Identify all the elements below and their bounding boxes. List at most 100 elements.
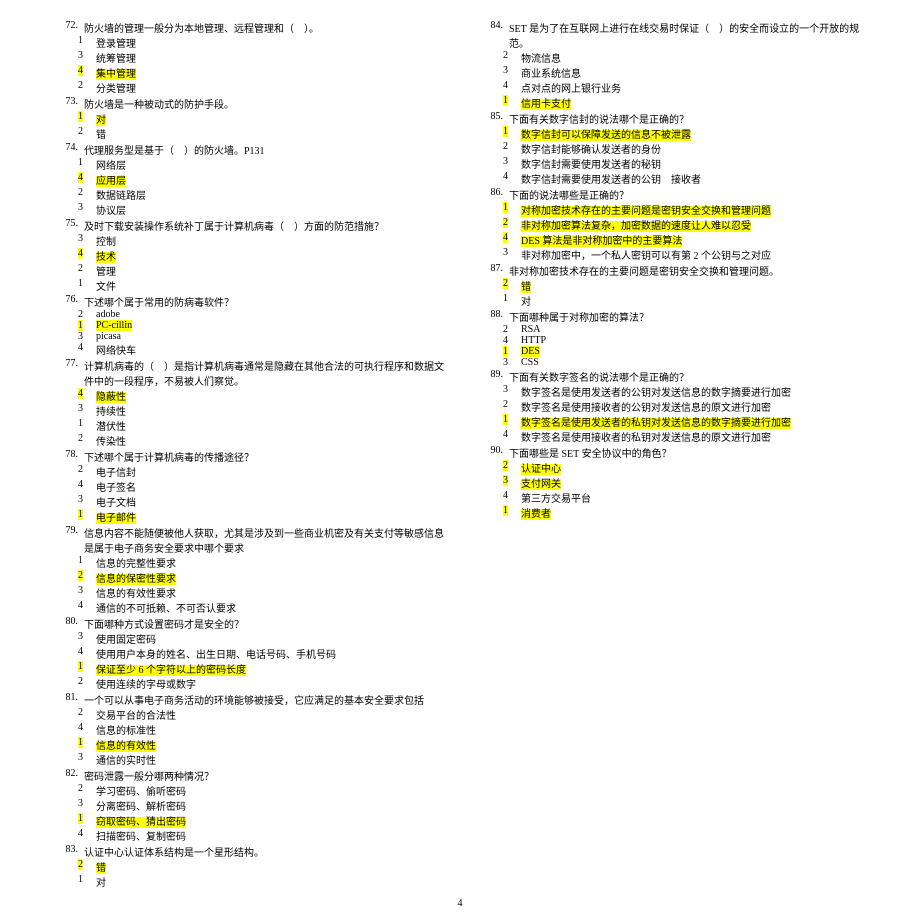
option-number: 3 [78, 331, 96, 342]
question-number: 77. [50, 358, 84, 388]
option-text: 电子签名 [96, 479, 445, 494]
option: 1文件 [50, 278, 445, 293]
option-text: 窃取密码、猜出密码 [96, 813, 445, 828]
option-number: 3 [78, 585, 96, 600]
option-text: 控制 [96, 233, 445, 248]
question-text: 下面哪些是 SET 安全协议中的角色？ [509, 445, 870, 460]
option-number: 1 [503, 95, 521, 110]
option-number: 2 [78, 187, 96, 202]
option-text: 电子信封 [96, 464, 445, 479]
question-text: 及时下载安装操作系统补丁属于计算机病毒（ ）方面的防范措施？ [84, 218, 445, 233]
option: 2数字签名是使用接收者的公钥对发送信息的原文进行加密 [475, 399, 870, 414]
option-text: 信息的完整性要求 [96, 555, 445, 570]
left-column: 72.防火墙的管理一般分为本地管理、远程管理和（ ）。1登录管理3统筹管理4集中… [50, 20, 445, 890]
option: 3商业系统信息 [475, 65, 870, 80]
option: 3使用固定密码 [50, 631, 445, 646]
option-number: 4 [503, 232, 521, 247]
option-number: 1 [503, 126, 521, 141]
question-number: 74. [50, 142, 84, 157]
option: 3电子文档 [50, 494, 445, 509]
option: 1消费者 [475, 505, 870, 520]
option-number: 2 [503, 324, 521, 335]
option: 4扫描密码、复制密码 [50, 828, 445, 843]
question-stem: 90.下面哪些是 SET 安全协议中的角色？ [475, 445, 870, 460]
option: 2数字信封能够确认发送者的身份 [475, 141, 870, 156]
option-number: 3 [503, 247, 521, 262]
option: 1信用卡支付 [475, 95, 870, 110]
content-columns: 72.防火墙的管理一般分为本地管理、远程管理和（ ）。1登录管理3统筹管理4集中… [50, 20, 870, 890]
option: 1保证至少 6 个字符以上的密码长度 [50, 661, 445, 676]
option: 4集中管理 [50, 65, 445, 80]
option: 3通信的实时性 [50, 752, 445, 767]
question-number: 75. [50, 218, 84, 233]
question: 83.认证中心认证体系结构是一个星形结构。2错1对 [50, 844, 445, 889]
option: 4应用层 [50, 172, 445, 187]
option-number: 1 [78, 661, 96, 676]
question: 79.信息内容不能随便被他人获取，尤其是涉及到一些商业机密及有关支付等敏感信息是… [50, 525, 445, 615]
option-number: 4 [78, 600, 96, 615]
option-number: 4 [78, 172, 96, 187]
question-stem: 77.计算机病毒的（ ）是指计算机病毒通常是隐藏在其他合法的可执行程序和数据文件… [50, 358, 445, 388]
option: 2非对称加密算法复杂，加密数据的速度让人难以忍受 [475, 217, 870, 232]
option: 4HTTP [475, 335, 870, 346]
question-stem: 75.及时下载安装操作系统补丁属于计算机病毒（ ）方面的防范措施？ [50, 218, 445, 233]
option-number: 1 [78, 35, 96, 50]
option: 2adobe [50, 309, 445, 320]
question-number: 79. [50, 525, 84, 555]
option-number: 3 [78, 752, 96, 767]
option: 2错 [50, 859, 445, 874]
option-number: 2 [503, 141, 521, 156]
option-text: 信息的有效性 [96, 737, 445, 752]
option: 2数据链路层 [50, 187, 445, 202]
option-text: 物流信息 [521, 50, 870, 65]
question-stem: 86.下面的说法哪些是正确的？ [475, 187, 870, 202]
option-text: CSS [521, 357, 870, 368]
option-text: 信息的保密性要求 [96, 570, 445, 585]
option-text: 应用层 [96, 172, 445, 187]
option-text: 潜伏性 [96, 418, 445, 433]
option: 1数字签名是使用发送者的私钥对发送信息的数字摘要进行加密 [475, 414, 870, 429]
question: 89.下面有关数字签名的说法哪个是正确的？3数字签名是使用发送者的公钥对发送信息… [475, 369, 870, 444]
option-text: 分类管理 [96, 80, 445, 95]
option: 2物流信息 [475, 50, 870, 65]
option: 4电子签名 [50, 479, 445, 494]
option-text: 信用卡支付 [521, 95, 870, 110]
question-stem: 73.防火墙是一种被动式的防护手段。 [50, 96, 445, 111]
option-text: 非对称加密中，一个私人密钥可以有第 2 个公钥与之对应 [521, 247, 870, 262]
option-number: 4 [503, 429, 521, 444]
option: 4数字签名是使用接收者的私钥对发送信息的原文进行加密 [475, 429, 870, 444]
option-text: 数字签名是使用发送者的公钥对发送信息的数字摘要进行加密 [521, 384, 870, 399]
option-number: 3 [78, 494, 96, 509]
option-text: 对 [96, 874, 445, 889]
option-text: 网络快车 [96, 342, 445, 357]
option-number: 4 [78, 248, 96, 263]
option: 1窃取密码、猜出密码 [50, 813, 445, 828]
question-text: 下面的说法哪些是正确的？ [509, 187, 870, 202]
option: 3控制 [50, 233, 445, 248]
question: 78.下述哪个属于计算机病毒的传播途径？2电子信封4电子签名3电子文档1电子邮件 [50, 449, 445, 524]
option-text: 交易平台的合法性 [96, 707, 445, 722]
option-text: 认证中心 [521, 460, 870, 475]
option-number: 2 [503, 460, 521, 475]
question-number: 90. [475, 445, 509, 460]
option-number: 1 [503, 293, 521, 308]
option-text: 通信的实时性 [96, 752, 445, 767]
question-text: 下面有关数字信封的说法哪个是正确的？ [509, 111, 870, 126]
option-number: 1 [78, 555, 96, 570]
option-text: DES [521, 346, 870, 357]
question-stem: 78.下述哪个属于计算机病毒的传播途径？ [50, 449, 445, 464]
option: 4网络快车 [50, 342, 445, 357]
option-number: 1 [78, 157, 96, 172]
option: 1对 [475, 293, 870, 308]
option-number: 3 [503, 357, 521, 368]
question-number: 85. [475, 111, 509, 126]
question: 90.下面哪些是 SET 安全协议中的角色？2认证中心3支付网关4第三方交易平台… [475, 445, 870, 520]
question-stem: 74.代理服务型是基于（ ）的防火墙。P131 [50, 142, 445, 157]
question: 74.代理服务型是基于（ ）的防火墙。P1311网络层4应用层2数据链路层3协议… [50, 142, 445, 217]
option-text: 消费者 [521, 505, 870, 520]
question-number: 78. [50, 449, 84, 464]
option-text: 传染性 [96, 433, 445, 448]
option-text: 错 [521, 278, 870, 293]
option-text: 信息的标准性 [96, 722, 445, 737]
option-number: 3 [503, 65, 521, 80]
